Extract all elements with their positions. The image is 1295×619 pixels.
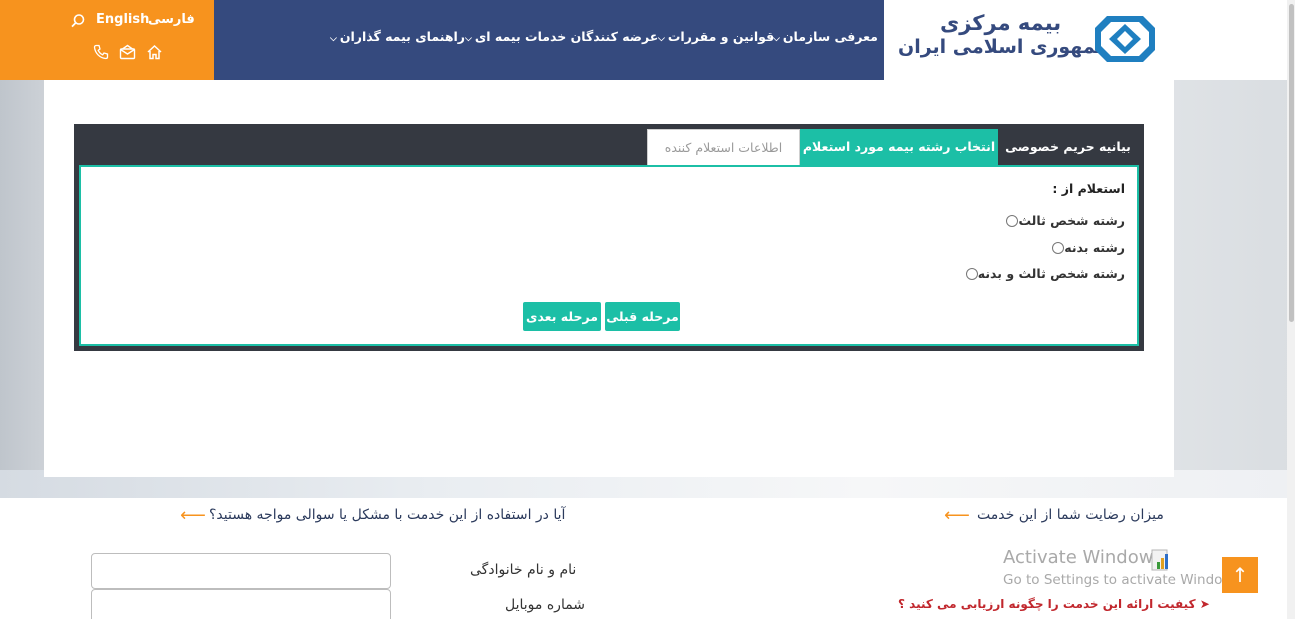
tab-privacy[interactable]: بیانیه حریم خصوصی [998, 129, 1138, 165]
radio-button[interactable] [1052, 241, 1065, 254]
scroll-to-top-button[interactable]: ↑ [1222, 557, 1258, 593]
radio-button[interactable] [1006, 214, 1019, 227]
home-icon[interactable] [146, 44, 163, 60]
next-step-button[interactable]: مرحله بعدی [523, 302, 601, 331]
nav-item-guide[interactable]: ⌵ راهنمای بیمه گذاران [330, 29, 465, 44]
nav-item-laws[interactable]: ⌵ قوانین و مقررات [658, 29, 774, 44]
lang-english-link[interactable]: English [96, 12, 149, 27]
option-third-party-and-body[interactable]: رشته شخص ثالث و بدنه [963, 266, 1125, 281]
lang-farsi-link[interactable]: فارسی [148, 12, 195, 27]
tab-inquirer-info[interactable]: اطلاعات استعلام کننده [647, 129, 800, 165]
chevron-down-icon: ⌵ [658, 34, 665, 44]
activate-windows-subtitle: Go to Settings to activate Windows. [1003, 572, 1245, 588]
nav-item-providers[interactable]: ⌵ عرضه کنندگان خدمات بیمه ای [465, 29, 658, 44]
chevron-down-icon: ⌵ [330, 34, 337, 44]
mobile-input[interactable] [91, 589, 391, 619]
phone-icon[interactable] [93, 44, 109, 60]
prev-step-button[interactable]: مرحله قبلی [605, 302, 680, 331]
chevron-down-icon: ⌵ [465, 34, 472, 44]
inquiry-question: استعلام از : [1052, 181, 1125, 196]
quality-question: ➤ کیفیت ارائه این خدمت را چگونه ارزیابی … [898, 597, 1210, 611]
mobile-label: شماره موبایل [505, 597, 586, 613]
arrow-left-icon: ⟵ [180, 505, 206, 526]
satisfaction-title: میزان رضایت شما از این خدمت [977, 507, 1164, 523]
option-body[interactable]: رشته بدنه [1049, 240, 1125, 255]
option-third-party[interactable]: رشته شخص ثالث [1003, 213, 1125, 228]
activate-windows-title: Activate Windows [1003, 547, 1163, 568]
mail-icon[interactable] [119, 44, 136, 60]
scrollbar-thumb[interactable] [1289, 4, 1294, 322]
logo-subtitle: جمهوری اسلامی ایران [898, 36, 1110, 58]
nav-item-about[interactable]: ⌵ معرفی سازمان [773, 29, 878, 44]
radio-button[interactable] [965, 267, 978, 280]
logo-emblem-icon [1095, 16, 1155, 62]
search-icon[interactable] [70, 13, 86, 29]
logo-title: بیمه مرکزی [940, 11, 1062, 35]
arrow-left-icon: ⟵ [944, 505, 970, 526]
signal-bars-icon [1151, 549, 1168, 571]
tab-select-insurance[interactable]: انتخاب رشته بیمه مورد استعلام [800, 129, 998, 165]
name-input[interactable] [91, 553, 391, 589]
name-label: نام و نام خانوادگی [470, 562, 577, 578]
problem-title: آیا در استفاده از این خدمت با مشکل یا سو… [209, 507, 566, 523]
pointer-icon: ➤ [1195, 597, 1210, 611]
